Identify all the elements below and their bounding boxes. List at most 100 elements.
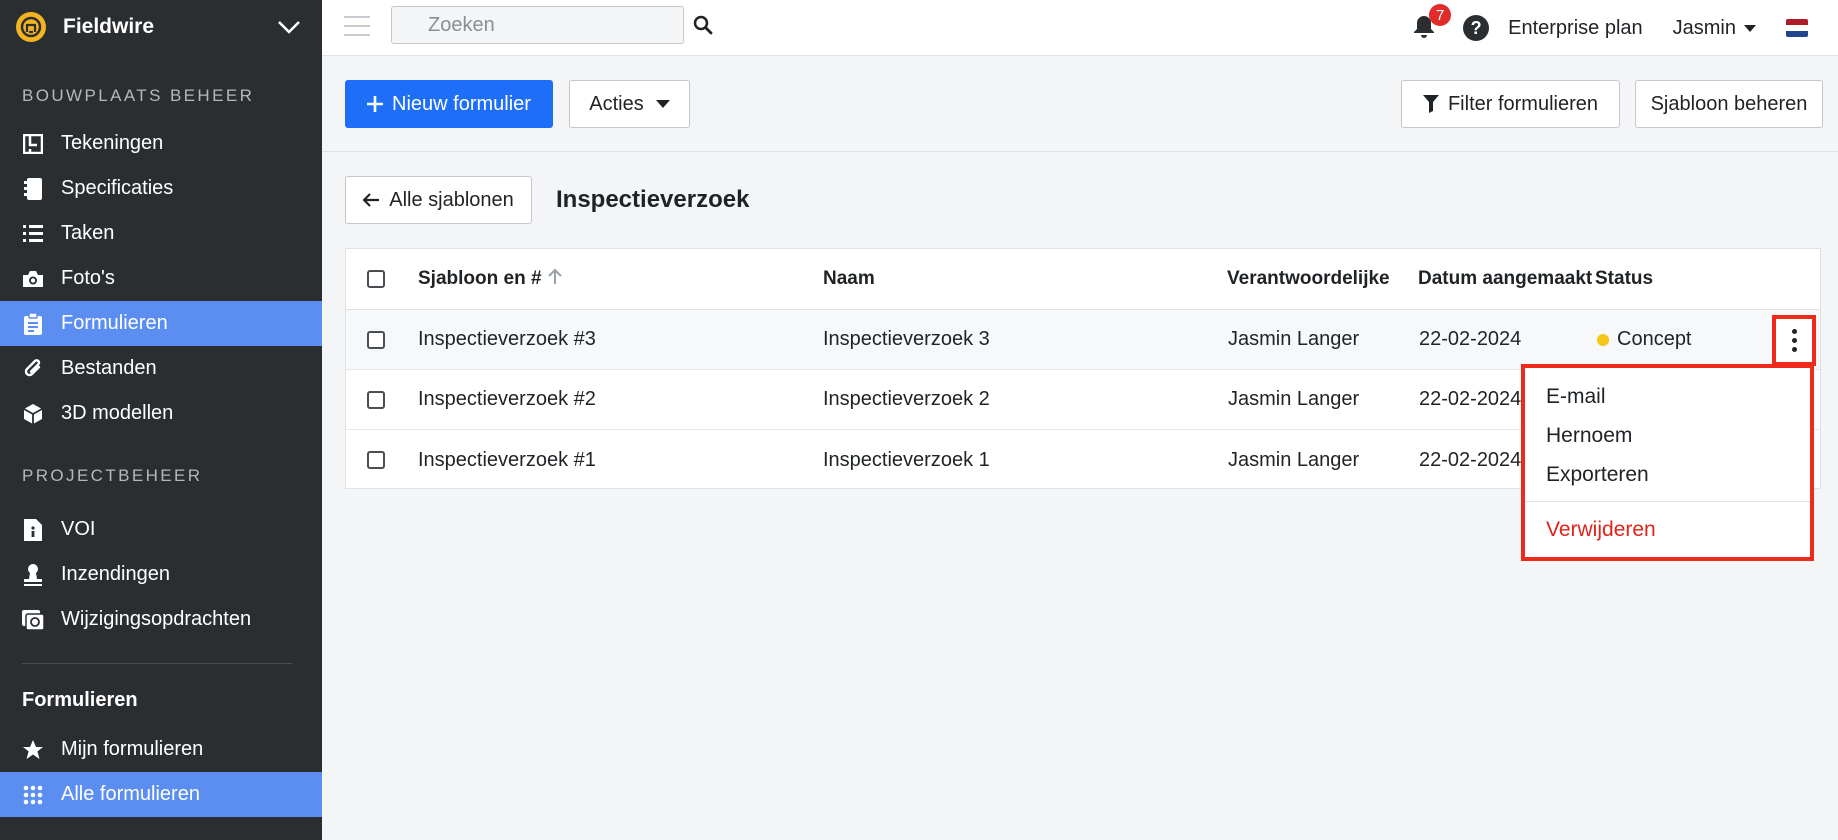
sidebar-item-3d-modellen[interactable]: 3D modellen — [0, 391, 322, 436]
back-to-templates-button[interactable]: Alle sjablonen — [345, 176, 532, 224]
cell-date: 22-02-2024 — [1419, 448, 1522, 471]
cell-template: Inspectieverzoek #2 — [418, 388, 596, 410]
user-name: Jasmin — [1672, 16, 1736, 39]
column-header-date[interactable]: Datum aangemaakt — [1418, 249, 1592, 309]
new-form-button[interactable]: Nieuw formulier — [345, 80, 553, 128]
menu-divider — [1525, 501, 1810, 502]
plus-icon — [367, 96, 384, 112]
info-doc-icon — [22, 518, 44, 541]
cell-name: Inspectieverzoek 1 — [823, 448, 990, 471]
stamp-icon — [22, 563, 44, 586]
search-icon[interactable] — [693, 15, 713, 35]
more-vertical-icon — [1791, 327, 1797, 354]
row-checkbox[interactable] — [367, 390, 385, 409]
sidebar-item-label: Inzendingen — [61, 563, 170, 585]
select-all-checkbox[interactable] — [367, 270, 385, 288]
plan-label[interactable]: Enterprise plan — [1508, 17, 1643, 40]
fieldwire-logo-icon — [16, 12, 46, 42]
cell-status: Concept — [1597, 310, 1692, 369]
sidebar-item-label: Specificaties — [61, 177, 174, 199]
star-icon — [22, 739, 44, 761]
change-order-icon — [22, 609, 44, 631]
sidebar-item-label: Taken — [61, 222, 115, 244]
sidebar-item-specificaties[interactable]: Specificaties — [0, 166, 322, 211]
notification-count-badge: 7 — [1429, 4, 1452, 26]
language-flag-icon[interactable] — [1786, 19, 1808, 37]
section-title-project-management: PROJECTBEHEER — [22, 466, 203, 485]
menu-item-email[interactable]: E-mail — [1525, 377, 1810, 416]
help-icon[interactable]: ? — [1463, 15, 1490, 41]
cell-name: Inspectieverzoek 3 — [823, 328, 990, 350]
column-header-owner[interactable]: Verantwoordelijke — [1227, 249, 1390, 309]
sidebar-item-label: Formulieren — [61, 312, 168, 334]
cell-owner: Jasmin Langer — [1228, 448, 1360, 471]
sidebar-item-tekeningen[interactable]: Tekeningen — [0, 121, 322, 166]
search-box[interactable] — [391, 6, 713, 44]
sidebar-item-fotos[interactable]: Foto's — [0, 256, 322, 301]
row-actions-button[interactable] — [1772, 315, 1816, 366]
sidebar-item-alle-formulieren[interactable]: Alle formulieren — [0, 772, 322, 817]
section-title-site-management: BOUWPLAATS BEHEER — [22, 86, 255, 105]
sidebar-item-label: Tekeningen — [61, 132, 164, 154]
list-icon — [22, 223, 44, 245]
cell-template: Inspectieverzoek #1 — [418, 448, 596, 471]
filter-forms-button[interactable]: Filter formulieren — [1401, 80, 1620, 128]
paperclip-icon — [22, 358, 44, 380]
new-form-label: Nieuw formulier — [392, 92, 531, 115]
table-row[interactable]: Inspectieverzoek #3 Inspectieverzoek 3 J… — [346, 310, 1820, 370]
cube-icon — [22, 403, 44, 425]
drawings-icon — [22, 133, 44, 155]
sidebar: Fieldwire BOUWPLAATS BEHEER Tekeningen S… — [0, 0, 322, 840]
top-bar: 7 ? Enterprise plan Jasmin — [322, 0, 1838, 56]
actions-dropdown[interactable]: Acties — [569, 80, 690, 128]
manage-template-label: Sjabloon beheren — [1650, 92, 1808, 115]
sidebar-item-inzendingen[interactable]: Inzendingen — [0, 552, 322, 597]
notifications-button[interactable]: 7 — [1409, 4, 1452, 43]
sidebar-item-label: Mijn formulieren — [61, 738, 204, 760]
app-name: Fieldwire — [63, 15, 155, 38]
caret-down-icon — [1744, 24, 1756, 32]
camera-icon — [22, 268, 44, 290]
grid-icon — [22, 784, 44, 806]
manage-template-button[interactable]: Sjabloon beheren — [1635, 80, 1823, 128]
menu-item-export[interactable]: Exporteren — [1525, 455, 1810, 494]
sidebar-item-bestanden[interactable]: Bestanden — [0, 346, 322, 391]
column-header-name[interactable]: Naam — [823, 249, 875, 309]
sidebar-item-mijn-formulieren[interactable]: Mijn formulieren — [0, 727, 322, 772]
sidebar-item-label: 3D modellen — [61, 402, 174, 424]
arrow-left-icon — [363, 193, 380, 207]
cell-template: Inspectieverzoek #3 — [418, 328, 596, 350]
sidebar-item-voi[interactable]: VOI — [0, 507, 322, 552]
toolbar: Nieuw formulier Acties Filter formuliere… — [322, 57, 1838, 152]
menu-item-delete[interactable]: Verwijderen — [1525, 510, 1810, 549]
row-checkbox[interactable] — [367, 330, 385, 349]
clipboard-icon — [22, 312, 44, 335]
menu-item-rename[interactable]: Hernoem — [1525, 416, 1810, 455]
filter-forms-label: Filter formulieren — [1447, 92, 1599, 115]
sidebar-item-taken[interactable]: Taken — [0, 211, 322, 256]
row-checkbox[interactable] — [367, 451, 385, 469]
row-actions-menu: E-mail Hernoem Exporteren Verwijderen — [1521, 364, 1814, 561]
status-label: Concept — [1617, 328, 1692, 350]
sidebar-item-formulieren[interactable]: Formulieren — [0, 301, 322, 346]
sidebar-subsection-title: Formulieren — [22, 689, 138, 711]
back-label: Alle sjablonen — [389, 188, 514, 211]
actions-label: Acties — [589, 92, 644, 115]
hamburger-menu-icon[interactable] — [344, 16, 370, 38]
sidebar-item-label: Wijzigingsopdrachten — [61, 608, 252, 630]
cell-owner: Jasmin Langer — [1228, 388, 1360, 410]
cell-date: 22-02-2024 — [1419, 328, 1522, 350]
chevron-down-icon[interactable] — [274, 12, 304, 42]
column-header-label: Sjabloon en # — [418, 268, 542, 289]
column-header-status[interactable]: Status — [1595, 249, 1653, 309]
table-header: Sjabloon en # Naam Verantwoordelijke Dat… — [346, 249, 1820, 310]
filter-icon — [1422, 95, 1439, 113]
column-header-template[interactable]: Sjabloon en # — [418, 249, 562, 309]
sidebar-item-wijzigingsopdrachten[interactable]: Wijzigingsopdrachten — [0, 597, 322, 642]
sidebar-item-label: Alle formulieren — [61, 783, 200, 805]
cell-owner: Jasmin Langer — [1228, 328, 1360, 350]
sidebar-item-label: Bestanden — [61, 357, 157, 379]
search-input[interactable] — [392, 13, 693, 37]
user-menu[interactable]: Jasmin — [1673, 17, 1756, 40]
project-switcher[interactable]: Fieldwire — [0, 0, 322, 54]
